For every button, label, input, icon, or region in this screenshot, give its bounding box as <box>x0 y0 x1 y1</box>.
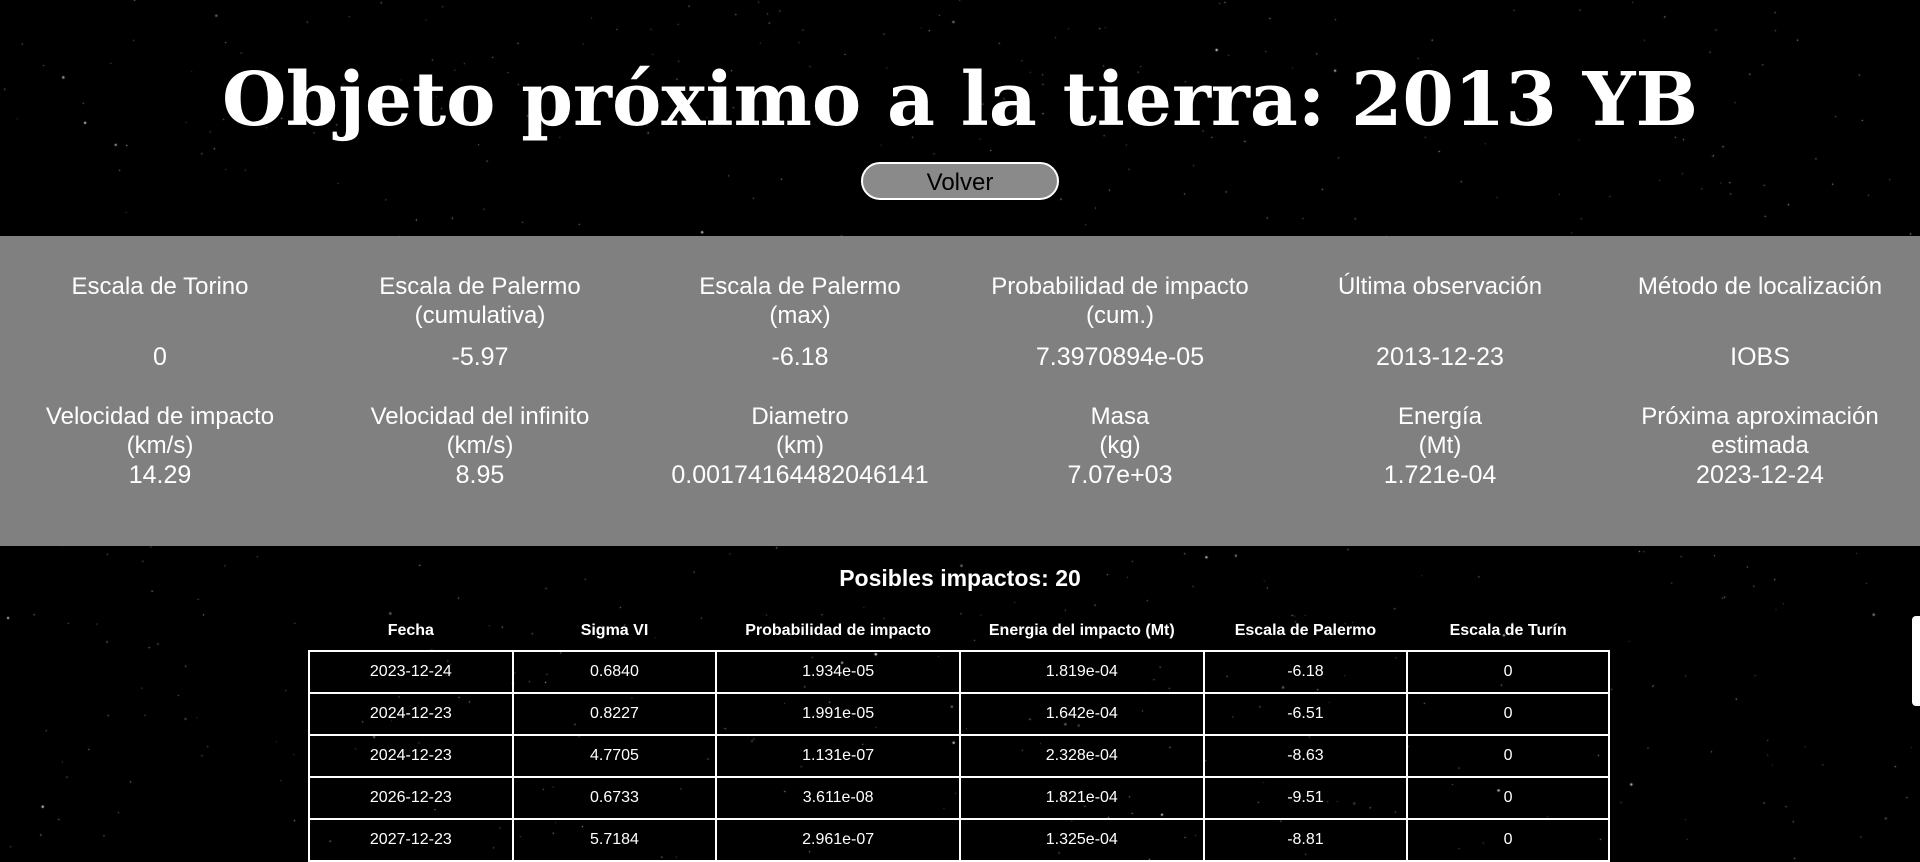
info-location-method: Método de localización IOBS <box>1600 272 1920 372</box>
column-header-torino: Escala de Turín <box>1449 622 1567 639</box>
info-palermo-cumulative: Escala de Palermo (cumulativa) -5.97 <box>320 272 640 372</box>
info-value: 8.95 <box>455 461 505 489</box>
info-value: -5.97 <box>451 343 509 371</box>
impacts-table: Fecha Sigma VI Probabilidad de impacto E… <box>308 612 1610 862</box>
table-cell: 2.328e-04 <box>958 734 1205 778</box>
column-header-sigma: Sigma VI <box>580 622 649 639</box>
table-cell: 0 <box>1406 650 1610 694</box>
info-value: 2013-12-23 <box>1376 343 1504 371</box>
info-label: Escala de Palermo (cumulativa) <box>379 273 581 329</box>
table-row: 2023-12-24 0.6840 1.934e-05 1.819e-04 -6… <box>308 650 1610 694</box>
info-diameter: Diametro (km) 0.00174164482046141 <box>640 402 960 490</box>
info-row-1: Escala de Torino 0 Escala de Palermo (cu… <box>0 272 1920 372</box>
page-title: Objeto próximo a la tierra: 2013 YB <box>221 57 1699 143</box>
table-row: 2024-12-23 0.8227 1.991e-05 1.642e-04 -6… <box>308 692 1610 736</box>
info-label: Energía (Mt) <box>1397 403 1483 459</box>
table-cell: 4.7705 <box>511 734 718 778</box>
info-label: Última observación <box>1337 273 1543 300</box>
column-header-energy: Energia del impacto (Mt) <box>988 622 1175 639</box>
info-next-approach: Próxima aproximación estimada 2023-12-24 <box>1600 402 1920 490</box>
page: Objeto próximo a la tierra: 2013 YB Volv… <box>0 0 1920 862</box>
table-cell: 1.821e-04 <box>958 776 1205 820</box>
info-value: 0 <box>153 343 167 371</box>
table-cell: 0 <box>1406 692 1610 736</box>
table-cell: -9.51 <box>1202 776 1409 820</box>
info-mass: Masa (kg) 7.07e+03 <box>960 402 1280 490</box>
table-cell: -8.81 <box>1202 818 1409 862</box>
info-torino-scale: Escala de Torino 0 <box>0 272 320 372</box>
info-value: 2023-12-24 <box>1696 461 1824 489</box>
table-cell: 1.325e-04 <box>958 818 1205 862</box>
table-cell: 1.642e-04 <box>958 692 1205 736</box>
info-last-observation: Última observación 2013-12-23 <box>1280 272 1600 372</box>
table-row: 2024-12-23 4.7705 1.131e-07 2.328e-04 -8… <box>308 734 1610 778</box>
table-cell: 1.131e-07 <box>715 734 961 778</box>
table-cell: 0 <box>1406 776 1610 820</box>
table-cell: 2027-12-23 <box>308 818 514 862</box>
info-label: Masa (kg) <box>1090 403 1150 459</box>
info-value: -6.18 <box>771 343 829 371</box>
impacts-title: Posibles impactos: 20 <box>839 565 1081 591</box>
table-cell: -8.63 <box>1202 734 1409 778</box>
info-label: Probabilidad de impacto (cum.) <box>991 273 1249 329</box>
info-value: IOBS <box>1730 343 1790 371</box>
info-value: 7.3970894e-05 <box>1035 343 1205 371</box>
table-cell: 1.819e-04 <box>958 650 1205 694</box>
info-label: Velocidad del infinito (km/s) <box>370 403 590 459</box>
table-cell: 2024-12-23 <box>308 734 514 778</box>
column-header-date: Fecha <box>387 622 434 639</box>
info-label: Método de localización <box>1637 273 1883 300</box>
table-cell: 1.991e-05 <box>715 692 961 736</box>
info-panel: Escala de Torino 0 Escala de Palermo (cu… <box>0 236 1920 546</box>
back-button[interactable]: Volver <box>861 162 1059 200</box>
info-value: 14.29 <box>128 461 192 489</box>
table-cell: -6.18 <box>1202 650 1409 694</box>
table-cell: -6.51 <box>1202 692 1409 736</box>
info-impact-probability: Probabilidad de impacto (cum.) 7.3970894… <box>960 272 1280 372</box>
table-cell: 2.961e-07 <box>715 818 961 862</box>
scrollbar-thumb[interactable] <box>1912 616 1920 706</box>
info-infinity-velocity: Velocidad del infinito (km/s) 8.95 <box>320 402 640 490</box>
info-palermo-max: Escala de Palermo (max) -6.18 <box>640 272 960 372</box>
column-header-probability: Probabilidad de impacto <box>745 622 932 639</box>
info-label: Escala de Palermo (max) <box>699 273 901 329</box>
table-cell: 2023-12-24 <box>308 650 514 694</box>
table-cell: 0.6840 <box>511 650 718 694</box>
table-cell: 0.6733 <box>511 776 718 820</box>
table-cell: 5.7184 <box>511 818 718 862</box>
table-cell: 0.8227 <box>511 692 718 736</box>
table-cell: 1.934e-05 <box>715 650 961 694</box>
info-value: 0.00174164482046141 <box>671 461 929 489</box>
impacts-section: Posibles impactos: 20 Fecha Sigma VI Pro… <box>0 546 1920 862</box>
table-row: 2027-12-23 5.7184 2.961e-07 1.325e-04 -8… <box>308 818 1610 862</box>
table-cell: 0 <box>1406 734 1610 778</box>
info-value: 7.07e+03 <box>1067 461 1173 489</box>
table-header-row: Fecha Sigma VI Probabilidad de impacto E… <box>309 612 1609 651</box>
table-cell: 0 <box>1406 818 1610 862</box>
info-label: Escala de Torino <box>71 273 249 300</box>
info-impact-velocity: Velocidad de impacto (km/s) 14.29 <box>0 402 320 490</box>
column-header-palermo: Escala de Palermo <box>1234 622 1377 639</box>
table-cell: 2026-12-23 <box>308 776 514 820</box>
table-cell: 2024-12-23 <box>308 692 514 736</box>
info-energy: Energía (Mt) 1.721e-04 <box>1280 402 1600 490</box>
table-cell: 3.611e-08 <box>715 776 961 820</box>
info-label: Diametro (km) <box>751 403 849 459</box>
info-value: 1.721e-04 <box>1383 461 1497 489</box>
info-row-2: Velocidad de impacto (km/s) 14.29 Veloci… <box>0 402 1920 490</box>
info-label: Velocidad de impacto (km/s) <box>45 403 275 459</box>
header: Objeto próximo a la tierra: 2013 YB Volv… <box>0 0 1920 236</box>
table-row: 2026-12-23 0.6733 3.611e-08 1.821e-04 -9… <box>308 776 1610 820</box>
info-label: Próxima aproximación estimada <box>1641 403 1879 459</box>
